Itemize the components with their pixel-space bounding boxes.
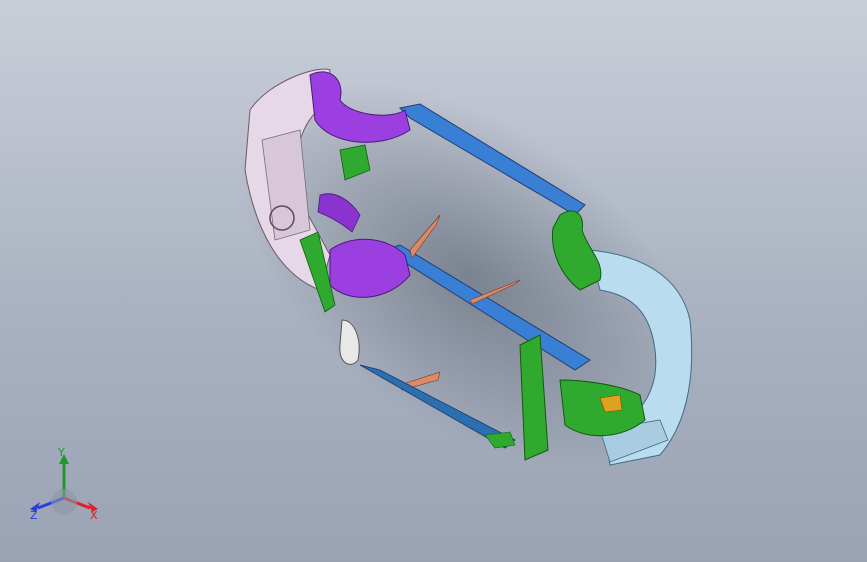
model-shadow bbox=[240, 81, 700, 469]
z-axis-label: Z bbox=[30, 509, 38, 522]
x-axis-label: X bbox=[90, 509, 98, 522]
y-axis-label: Y bbox=[57, 446, 65, 459]
coordinate-triad: Y X Z bbox=[22, 446, 106, 526]
triad-hub bbox=[51, 489, 77, 515]
model-view[interactable] bbox=[0, 0, 867, 562]
graphics-viewport[interactable]: Y X Z bbox=[0, 0, 867, 562]
